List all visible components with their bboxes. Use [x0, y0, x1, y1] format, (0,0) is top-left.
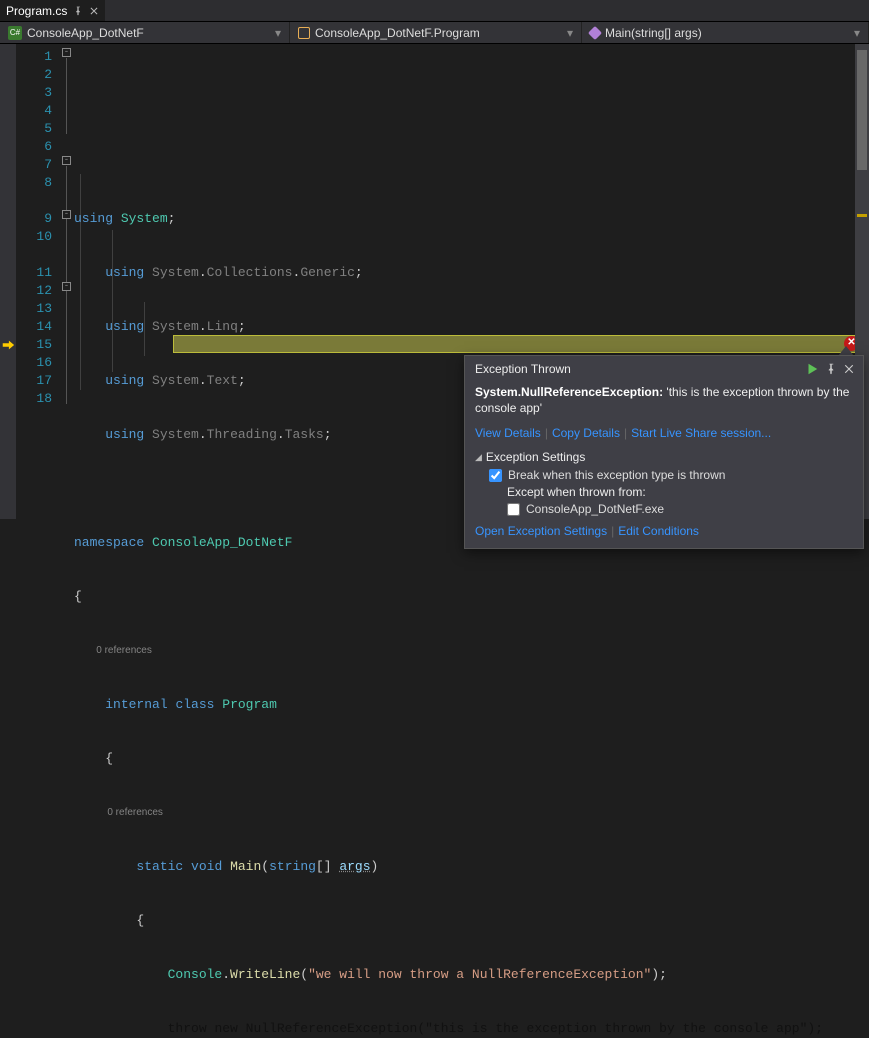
scrollbar-thumb[interactable]	[857, 50, 867, 170]
current-statement-icon	[1, 338, 15, 352]
codelens-refs[interactable]: 0 references	[96, 645, 152, 656]
nav-method-label: Main(string[] args)	[605, 26, 702, 40]
fold-box[interactable]: -	[62, 282, 71, 291]
line-numbers: 123456789101112131415161718	[16, 44, 60, 519]
exception-settings-header[interactable]: ◢Exception Settings	[475, 450, 853, 464]
pin-icon[interactable]	[825, 363, 837, 375]
close-icon[interactable]	[89, 6, 99, 16]
current-statement-highlight	[173, 335, 869, 353]
close-icon[interactable]	[843, 363, 855, 375]
break-checkbox[interactable]	[489, 469, 502, 482]
fold-box[interactable]: -	[62, 156, 71, 165]
continue-button[interactable]	[805, 362, 819, 376]
open-settings-link[interactable]: Open Exception Settings	[475, 524, 607, 538]
module-checkbox[interactable]	[507, 503, 520, 516]
nav-bar: C# ConsoleApp_DotNetF ▾ ConsoleApp_DotNe…	[0, 22, 869, 44]
exception-popup: Exception Thrown System.NullReferenceExc…	[464, 355, 864, 549]
popup-links: View Details|Copy Details|Start Live Sha…	[475, 426, 853, 440]
fold-box[interactable]: -	[62, 48, 71, 57]
method-icon	[588, 25, 602, 39]
module-checkbox-row[interactable]: ConsoleApp_DotNetF.exe	[507, 502, 853, 516]
break-checkbox-row[interactable]: Break when this exception type is thrown	[489, 468, 853, 482]
nav-class[interactable]: ConsoleApp_DotNetF.Program ▾	[290, 22, 582, 43]
nav-method[interactable]: Main(string[] args) ▾	[582, 22, 869, 43]
nav-class-label: ConsoleApp_DotNetF.Program	[315, 26, 480, 40]
exception-message: System.NullReferenceException: 'this is …	[475, 384, 853, 416]
nav-project-label: ConsoleApp_DotNetF	[27, 26, 144, 40]
class-icon	[298, 27, 310, 39]
pin-icon[interactable]	[73, 6, 83, 16]
popup-title: Exception Thrown	[475, 362, 799, 376]
csharp-icon: C#	[8, 26, 22, 40]
tab-label: Program.cs	[6, 4, 67, 18]
fold-box[interactable]: -	[62, 210, 71, 219]
edit-conditions-link[interactable]: Edit Conditions	[618, 524, 699, 538]
chevron-down-icon: ▾	[567, 26, 573, 40]
chevron-down-icon: ▾	[275, 26, 281, 40]
view-details-link[interactable]: View Details	[475, 426, 541, 440]
codelens-refs[interactable]: 0 references	[107, 807, 163, 818]
chevron-down-icon: ▾	[854, 26, 860, 40]
glyph-margin	[0, 44, 16, 519]
except-label: Except when thrown from:	[507, 485, 853, 499]
tab-programcs[interactable]: Program.cs	[0, 0, 105, 21]
tab-strip: Program.cs	[0, 0, 869, 22]
liveshare-link[interactable]: Start Live Share session...	[631, 426, 771, 440]
nav-project[interactable]: C# ConsoleApp_DotNetF ▾	[0, 22, 290, 43]
copy-details-link[interactable]: Copy Details	[552, 426, 620, 440]
expander-icon: ◢	[475, 452, 482, 463]
folding-margin: - - - -	[60, 44, 74, 519]
